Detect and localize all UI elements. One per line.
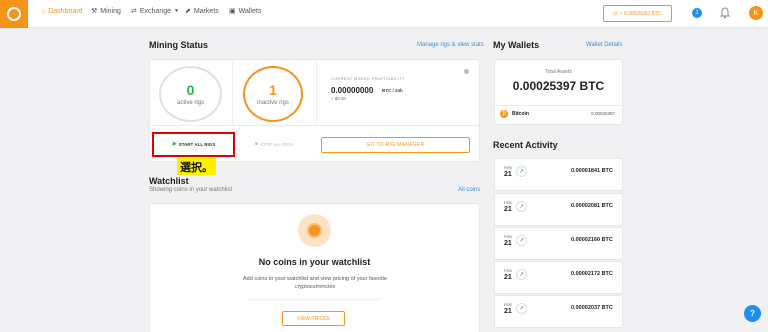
- arrow-up-right-icon: ↗: [516, 235, 527, 246]
- wallet-icon: ▣: [229, 8, 236, 15]
- balance-text: ≈ 0.00025397 BTC: [619, 10, 662, 17]
- activity-amount: 0.00002160 BTC: [571, 237, 613, 243]
- arrow-up-right-icon: ↗: [516, 201, 527, 212]
- total-assets-value: 0.00025397 BTC: [512, 79, 605, 93]
- activity-row[interactable]: FEB 21 ↗ 0.00002172 BTC: [494, 261, 623, 294]
- inactive-rigs-count: 1: [269, 81, 277, 98]
- watchlist-title: Watchlist: [149, 176, 189, 186]
- arrow-up-right-icon: ↗: [516, 166, 527, 177]
- profitability-usd: ≈ $0.00: [331, 96, 346, 101]
- app-logo[interactable]: [0, 0, 28, 28]
- avatar[interactable]: K: [749, 6, 763, 20]
- chevron-down-icon: ▼: [174, 8, 179, 14]
- divider: [247, 299, 382, 300]
- activity-month: FEB: [504, 200, 512, 205]
- my-wallets-title: My Wallets: [493, 40, 540, 50]
- exchange-icon: ⇄: [131, 8, 137, 15]
- coins-icon: [298, 214, 331, 247]
- activity-day: 21: [504, 206, 512, 213]
- stop-all-rigs-button[interactable]: ■ STOP ALL RIGS: [244, 137, 304, 151]
- nav-wallets-label: Wallets: [238, 8, 262, 15]
- stop-all-rigs-label: STOP ALL RIGS: [259, 141, 294, 147]
- activity-row[interactable]: FEB 21 ↗ 0.00002160 BTC: [494, 227, 623, 260]
- top-navbar: ⌂ Dashboard ⚒ Mining ⇄ Exchange ▼ ⬈ Mark…: [0, 0, 768, 28]
- nav-markets[interactable]: ⬈ Markets: [185, 8, 219, 15]
- balance-button[interactable]: ⊡ ≈ 0.00025397 BTC: [603, 5, 672, 22]
- nav-dashboard[interactable]: ⌂ Dashboard: [41, 8, 82, 15]
- divider: [494, 105, 623, 106]
- activity-amount: 0.00002081 BTC: [571, 203, 613, 209]
- watchlist-empty-title: No coins in your watchlist: [258, 257, 371, 267]
- wallet-details-link[interactable]: Wallet Details: [586, 42, 622, 48]
- activity-amount: 0.00001841 BTC: [571, 168, 613, 174]
- question-icon: ?: [750, 309, 755, 318]
- divider: [232, 59, 233, 125]
- wallet-icon: ⊡: [613, 10, 618, 17]
- wallet-coin-name: Bitcoin: [512, 111, 529, 117]
- watchlist-subtitle: Showing coins in your watchlist: [149, 187, 233, 193]
- notification-badge[interactable]: 1: [692, 8, 702, 18]
- arrow-up-right-icon: ↗: [516, 269, 527, 280]
- wallet-coin-amount: 0.00025397: [591, 111, 615, 116]
- home-icon: ⌂: [41, 8, 46, 15]
- nav-mining-label: Mining: [100, 8, 121, 15]
- chart-icon: ⬈: [185, 8, 191, 15]
- activity-month: FEB: [504, 268, 512, 273]
- activity-day: 21: [504, 274, 512, 281]
- activity-month: FEB: [504, 165, 512, 170]
- all-coins-link[interactable]: All coins: [458, 187, 480, 193]
- pickaxe-icon: ⚒: [91, 8, 98, 15]
- watchlist-empty-description: Add coins to your watchlist and view pri…: [243, 276, 387, 290]
- divider: [149, 125, 480, 126]
- arrow-up-right-icon: ↗: [516, 303, 527, 314]
- profitability-label: CURRENT MINING PROFITABILITY: [331, 76, 405, 81]
- nav-exchange[interactable]: ⇄ Exchange ▼: [131, 8, 179, 15]
- nav-dashboard-label: Dashboard: [48, 8, 83, 15]
- nav-markets-label: Markets: [193, 8, 219, 15]
- activity-day: 21: [504, 308, 512, 315]
- activity-row[interactable]: FEB 21 ↗ 0.00001841 BTC: [494, 158, 623, 191]
- activity-row[interactable]: FEB 21 ↗ 0.00002081 BTC: [494, 193, 623, 226]
- activity-month: FEB: [504, 234, 512, 239]
- divider: [316, 59, 317, 125]
- activity-amount: 0.00002037 BTC: [571, 305, 613, 311]
- nav-mining[interactable]: ⚒ Mining: [91, 8, 121, 15]
- bell-icon[interactable]: [720, 7, 730, 19]
- nav-exchange-label: Exchange: [139, 8, 172, 15]
- activity-day: 21: [504, 240, 512, 247]
- nav-wallets[interactable]: ▣ Wallets: [229, 8, 261, 15]
- settings-icon[interactable]: [464, 69, 469, 74]
- profitability-unit: BTC / 24h: [382, 88, 403, 93]
- activity-day: 21: [504, 171, 512, 178]
- highlight-box: [152, 132, 235, 157]
- active-rigs-counter: 0 active rigs: [159, 66, 222, 122]
- logo-icon: [7, 7, 21, 21]
- help-button[interactable]: ?: [744, 305, 761, 322]
- mining-status-title: Mining Status: [149, 40, 208, 50]
- stop-icon: ■: [254, 141, 258, 147]
- active-rigs-label: active rigs: [176, 99, 204, 106]
- activity-month: FEB: [504, 302, 512, 307]
- inactive-rigs-counter: 1 inactive rigs: [243, 66, 303, 122]
- profitability-value: 0.00000000: [331, 86, 374, 95]
- total-assets-label: Total Assets: [545, 69, 572, 75]
- go-to-rig-manager-button[interactable]: GO TO RIG MANAGER: [321, 137, 470, 153]
- activity-amount: 0.00002172 BTC: [571, 271, 613, 277]
- view-prices-button[interactable]: VIEW PRICES: [282, 311, 345, 326]
- active-rigs-count: 0: [186, 81, 195, 98]
- annotation-label: 選択。: [177, 158, 216, 175]
- recent-activity-title: Recent Activity: [493, 140, 558, 150]
- manage-rigs-link[interactable]: Manage rigs & view stats: [417, 42, 484, 48]
- activity-row[interactable]: FEB 21 ↗ 0.00002037 BTC: [494, 295, 623, 328]
- inactive-rigs-label: inactive rigs: [257, 99, 289, 106]
- bitcoin-icon: ₿: [500, 110, 508, 118]
